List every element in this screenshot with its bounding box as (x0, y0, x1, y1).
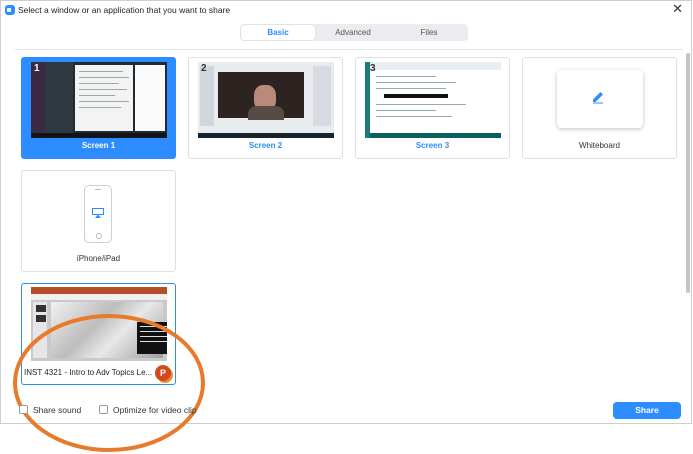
screen-number: 2 (201, 63, 207, 74)
tab-bar: Basic Advanced Files (240, 24, 468, 41)
screen-number: 3 (370, 63, 376, 74)
scrollbar-thumb[interactable] (686, 53, 690, 293)
powerpoint-window-tile[interactable]: INST 4321 - Intro to Adv Topics Le... P (21, 283, 176, 385)
dialog-title: Select a window or an application that y… (18, 5, 231, 15)
powerpoint-icon: P (155, 365, 171, 381)
tab-files[interactable]: Files (392, 25, 466, 40)
share-screen-dialog: Select a window or an application that y… (0, 0, 692, 452)
share-sound-label: Share sound (33, 405, 82, 415)
pencil-icon (593, 92, 603, 104)
screen-3-thumbnail: 3 (365, 62, 501, 138)
whiteboard-tile[interactable]: Whiteboard (522, 57, 677, 159)
footer-bar: Share sound Optimize for video clip Shar… (1, 395, 691, 425)
airplay-icon (92, 208, 104, 218)
screen-1-thumbnail: 1 (31, 62, 167, 138)
screen-1-label: Screen 1 (81, 141, 116, 150)
iphone-ipad-label: iPhone/iPad (76, 254, 121, 263)
share-sound-checkbox[interactable] (19, 405, 28, 414)
whiteboard-label: Whiteboard (579, 141, 620, 150)
scrollbar[interactable] (684, 49, 692, 394)
optimize-video-checkbox[interactable] (99, 405, 108, 414)
screen-1-tile[interactable]: 1 Screen 1 (21, 57, 176, 159)
title-bar: Select a window or an application that y… (1, 1, 691, 19)
powerpoint-window-label: INST 4321 - Intro to Adv Topics Le... (24, 368, 153, 377)
share-button[interactable]: Share (613, 402, 681, 419)
powerpoint-thumbnail (31, 287, 167, 361)
screen-3-tile[interactable]: 3 Screen 3 (355, 57, 510, 159)
phone-preview (84, 185, 112, 243)
screen-number: 1 (34, 63, 40, 74)
zoom-app-icon (5, 5, 15, 15)
screen-2-tile[interactable]: 2 Screen 2 (188, 57, 343, 159)
close-icon[interactable]: ✕ (672, 2, 683, 16)
screen-3-label: Screen 3 (415, 141, 450, 150)
tab-basic[interactable]: Basic (241, 25, 315, 40)
screen-2-label: Screen 2 (248, 141, 283, 150)
optimize-video-label: Optimize for video clip (113, 405, 197, 415)
iphone-ipad-tile[interactable]: iPhone/iPad (21, 170, 176, 272)
share-source-grid: 1 Screen 1 2 Screen 2 3 Screen 3 Whitebo… (13, 49, 683, 452)
whiteboard-preview (557, 70, 643, 128)
tab-advanced[interactable]: Advanced (316, 25, 390, 40)
screen-2-thumbnail: 2 (198, 62, 334, 138)
